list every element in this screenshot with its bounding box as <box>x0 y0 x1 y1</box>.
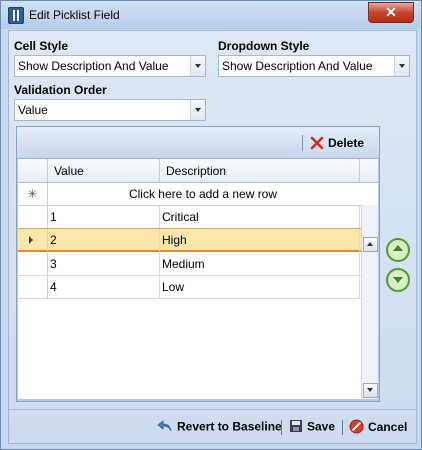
dialog-body: Cell Style Show Description And Value Dr… <box>8 30 417 444</box>
validation-order-label: Validation Order <box>14 83 107 97</box>
value-cell[interactable]: 4 <box>48 276 160 298</box>
title-bar: Edit Picklist Field ✕ <box>1 1 421 29</box>
table-row[interactable]: 3 Medium <box>18 253 361 276</box>
value-cell-text: 4 <box>50 280 57 294</box>
row-selector[interactable] <box>18 206 48 228</box>
cell-style-value: Show Description And Value <box>18 59 169 73</box>
value-cell-text: 3 <box>50 257 57 271</box>
picklist-grid: Value Description ✳ Click here to add a … <box>18 159 378 399</box>
cell-style-label: Cell Style <box>14 39 69 53</box>
value-cell-text: 2 <box>50 233 57 247</box>
table-row[interactable]: 1 Critical <box>18 206 361 229</box>
delete-button[interactable]: Delete <box>328 136 364 150</box>
value-cell[interactable]: 3 <box>48 253 160 275</box>
row-selector-header <box>18 159 48 183</box>
picklist-grid-panel: Delete Value Description ✳ Click here to… <box>16 126 380 402</box>
window-title: Edit Picklist Field <box>29 8 120 22</box>
description-cell-text: Critical <box>162 210 199 224</box>
app-icon <box>8 7 24 24</box>
move-down-icon[interactable] <box>386 268 410 292</box>
save-label: Save <box>307 419 336 434</box>
close-button[interactable]: ✕ <box>368 2 414 23</box>
dialog-window: Edit Picklist Field ✕ Cell Style Show De… <box>0 0 422 450</box>
new-row-marker-icon: ✳ <box>18 183 48 205</box>
column-header-description-label: Description <box>166 164 227 178</box>
dropdown-style-label: Dropdown Style <box>218 39 310 53</box>
add-new-row-text[interactable]: Click here to add a new row <box>48 183 358 205</box>
cell-style-dropdown[interactable]: Show Description And Value <box>14 55 206 77</box>
dropdown-style-dropdown[interactable]: Show Description And Value <box>218 55 410 77</box>
description-cell-text: Low <box>162 280 185 294</box>
vertical-scrollbar[interactable] <box>361 205 378 399</box>
delete-icon[interactable] <box>310 136 324 150</box>
value-cell-text: 1 <box>50 210 57 224</box>
value-cell[interactable]: 1 <box>48 206 160 228</box>
footer-separator <box>342 420 343 435</box>
header-corner <box>360 159 378 183</box>
chevron-down-icon[interactable] <box>394 56 409 76</box>
scroll-up-icon[interactable] <box>363 237 378 252</box>
validation-order-dropdown[interactable]: Value <box>14 99 206 121</box>
description-cell[interactable]: Low <box>160 276 360 298</box>
chevron-down-icon[interactable] <box>190 100 205 120</box>
column-header-value[interactable]: Value <box>48 159 160 183</box>
table-row[interactable]: 4 Low <box>18 276 361 299</box>
save-button[interactable]: Save <box>289 419 335 436</box>
row-selector[interactable] <box>18 276 48 298</box>
description-cell[interactable]: Medium <box>160 253 360 275</box>
value-cell[interactable]: 2 <box>48 229 160 251</box>
description-cell[interactable]: High <box>160 229 360 251</box>
cancel-button[interactable]: Cancel <box>349 419 407 437</box>
move-up-icon[interactable] <box>386 238 410 262</box>
dropdown-style-value: Show Description And Value <box>222 59 373 73</box>
footer-separator <box>281 420 282 435</box>
chevron-down-icon[interactable] <box>190 56 205 76</box>
column-header-value-label: Value <box>54 164 84 178</box>
cancel-icon <box>349 419 364 437</box>
revert-to-baseline-button[interactable]: Revert to Baseline <box>157 419 282 436</box>
column-header-description[interactable]: Description <box>160 159 360 183</box>
table-row-selected[interactable]: 2 High <box>18 228 361 252</box>
cancel-label: Cancel <box>368 420 408 435</box>
grid-toolbar: Delete <box>17 127 379 159</box>
description-cell-text: Medium <box>162 257 205 271</box>
add-new-row[interactable]: ✳ Click here to add a new row <box>18 183 378 206</box>
revert-label: Revert to Baseline <box>177 419 282 434</box>
revert-arrow-icon <box>157 419 173 436</box>
dialog-footer: Revert to Baseline Save Cancel <box>9 409 416 444</box>
validation-order-value: Value <box>18 103 48 117</box>
scroll-down-icon[interactable] <box>363 383 378 398</box>
save-disk-icon <box>289 419 303 436</box>
row-selector[interactable] <box>18 253 48 275</box>
toolbar-separator <box>302 135 303 151</box>
row-selector-current[interactable] <box>18 229 48 251</box>
description-cell-text: High <box>162 233 187 247</box>
description-cell[interactable]: Critical <box>160 206 360 228</box>
